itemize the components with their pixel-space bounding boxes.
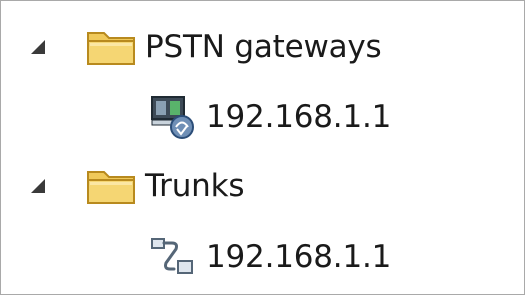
tree-node-pstn-gateways[interactable]: PSTN gateways (26, 19, 382, 75)
tree-node-label[interactable]: 192.168.1.1 (206, 97, 391, 137)
tree-node-label[interactable]: 192.168.1.1 (206, 237, 391, 277)
trunk-icon[interactable] (146, 233, 200, 281)
gateway-icon[interactable] (146, 93, 200, 141)
topology-tree-panel: PSTN gateways 192.168.1.1 Trunks 192.168… (0, 0, 525, 295)
tree-node-trunks[interactable]: Trunks (26, 158, 245, 214)
expanded-triangle-icon[interactable] (26, 174, 50, 198)
tree-node-gateway-item[interactable]: 192.168.1.1 (146, 89, 391, 145)
tree-node-trunk-item[interactable]: 192.168.1.1 (146, 229, 391, 285)
tree-node-label[interactable]: PSTN gateways (145, 27, 382, 67)
folder-icon[interactable] (85, 166, 137, 206)
folder-icon[interactable] (85, 27, 137, 67)
topology-tree: PSTN gateways 192.168.1.1 Trunks 192.168… (1, 1, 524, 294)
expanded-triangle-icon[interactable] (26, 35, 50, 59)
tree-node-label[interactable]: Trunks (145, 166, 245, 206)
